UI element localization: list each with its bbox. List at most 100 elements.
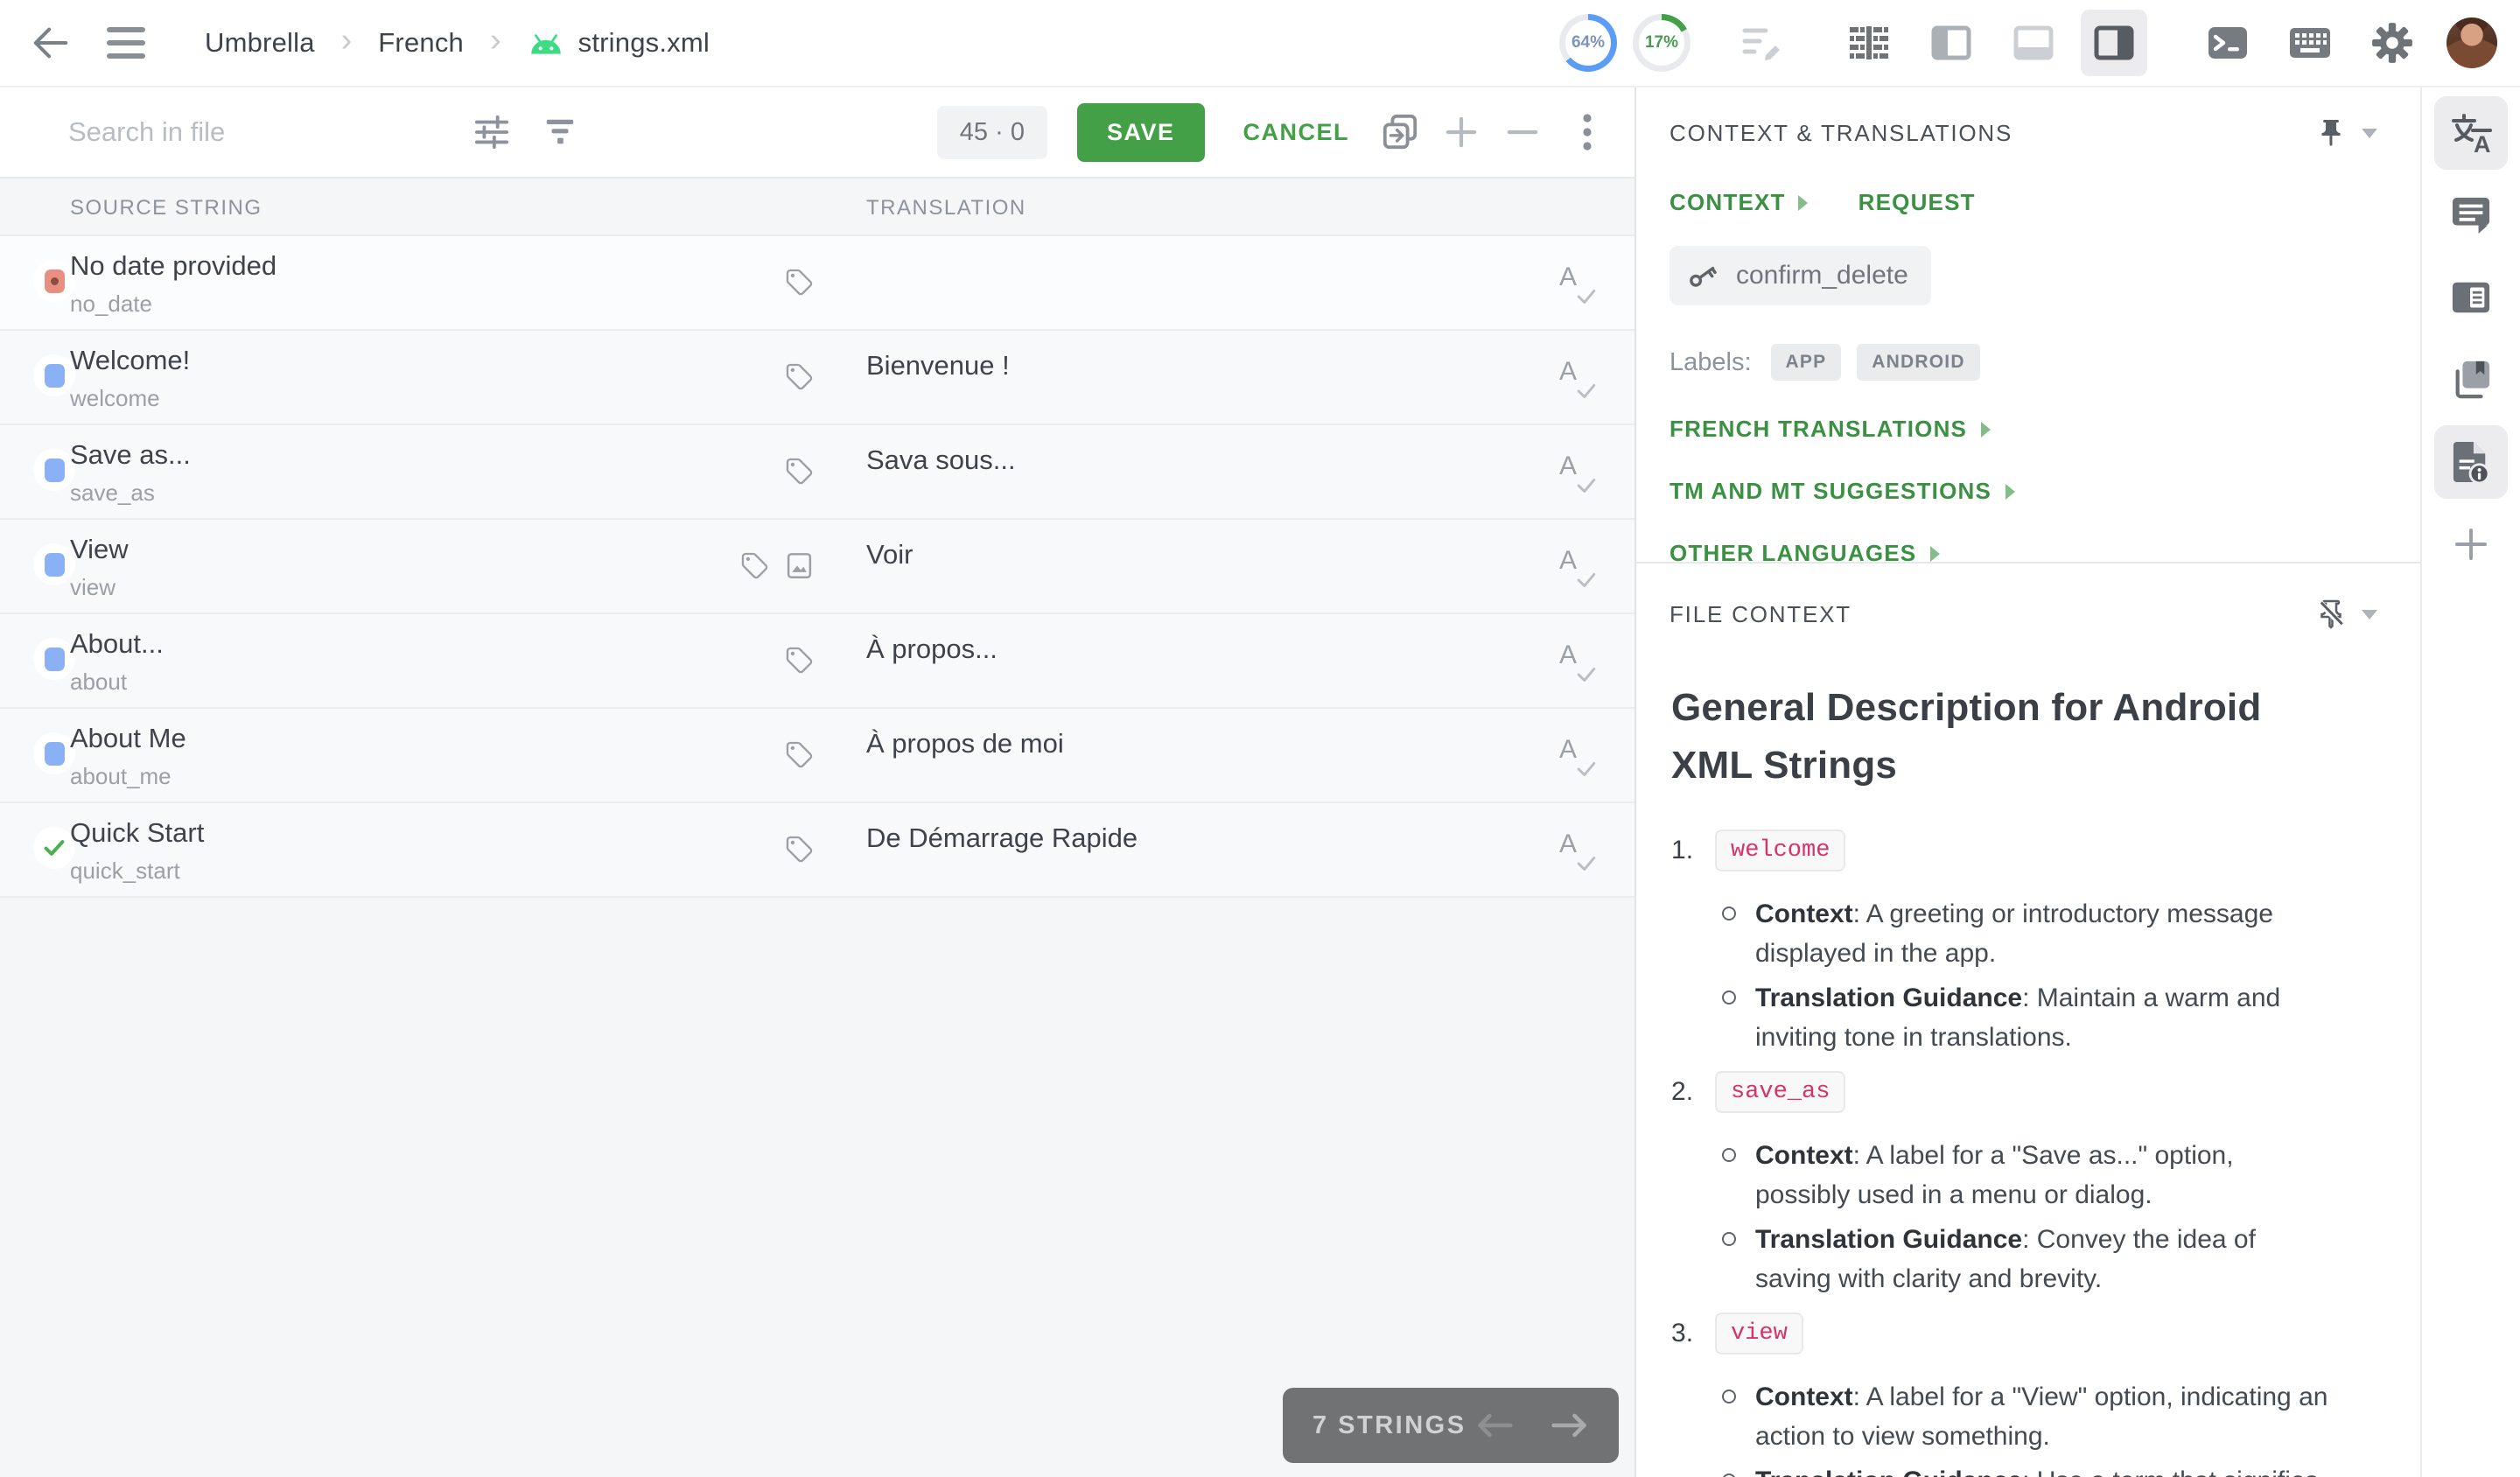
string-key-code-chip: view bbox=[1715, 1312, 1803, 1354]
zoom-in-icon[interactable] bbox=[1437, 108, 1486, 157]
glossary-tool-icon[interactable] bbox=[2434, 343, 2508, 416]
panel-section-link[interactable]: FRENCH TRANSLATIONS bbox=[1670, 416, 2389, 443]
strings-pager-bar: 7 STRINGS bbox=[1283, 1388, 1619, 1463]
translation-text: De Démarrage Rapide bbox=[866, 822, 1138, 854]
string-list-area: SOURCE STRING TRANSLATION No date provid… bbox=[0, 178, 1634, 1477]
string-status-icon bbox=[33, 732, 75, 774]
doc-context-bullet: Context: A label for a "View" option, in… bbox=[1720, 1377, 2333, 1456]
panel-section-link[interactable]: OTHER LANGUAGES bbox=[1670, 540, 2389, 564]
unpin-icon[interactable] bbox=[2312, 595, 2350, 634]
translation-editor: Umbrella › French › strings.xml 64% 17% bbox=[0, 0, 2520, 1477]
approved-check-icon bbox=[41, 835, 67, 861]
source-string-text: No date provided bbox=[70, 250, 276, 282]
pin-icon[interactable] bbox=[2312, 114, 2350, 152]
side-by-side-view-icon[interactable] bbox=[1844, 18, 1894, 67]
string-row[interactable]: Welcome! welcome Bienvenue ! A bbox=[0, 331, 1634, 425]
source-string-text: View bbox=[70, 534, 129, 565]
tag-icon bbox=[785, 740, 814, 769]
save-button[interactable]: SAVE bbox=[1077, 103, 1205, 162]
tag-icon bbox=[785, 835, 814, 864]
breadcrumb-file[interactable]: strings.xml bbox=[578, 27, 710, 59]
tab-request[interactable]: REQUEST bbox=[1858, 189, 1976, 216]
string-row[interactable]: Quick Start quick_start De Démarrage Rap… bbox=[0, 803, 1634, 898]
doc-guidance-bullet: Translation Guidance: Use a term that si… bbox=[1720, 1461, 2333, 1477]
doc-heading: General Description for Android XML Stri… bbox=[1671, 679, 2310, 794]
translation-text: Voir bbox=[866, 539, 913, 570]
string-status-icon bbox=[33, 827, 75, 869]
spellcheck-approve-icon[interactable]: A bbox=[1558, 830, 1596, 873]
spellcheck-approve-icon[interactable]: A bbox=[1558, 452, 1596, 495]
search-input[interactable] bbox=[68, 116, 444, 148]
svg-text:A: A bbox=[2474, 131, 2491, 154]
column-header-translation: TRANSLATION bbox=[866, 196, 1026, 220]
spellcheck-approve-icon[interactable]: A bbox=[1558, 735, 1596, 779]
zoom-out-icon[interactable] bbox=[1498, 108, 1547, 157]
terminal-icon[interactable] bbox=[2203, 18, 2252, 67]
source-string-text: Quick Start bbox=[70, 817, 204, 849]
breadcrumb-language[interactable]: French bbox=[378, 27, 464, 59]
translated-progress-ring[interactable]: 64% bbox=[1559, 14, 1617, 72]
file-context-tool-icon[interactable] bbox=[2434, 425, 2508, 499]
context-translations-title: CONTEXT & TRANSLATIONS bbox=[1670, 120, 2012, 147]
context-expand-icon bbox=[1798, 195, 1808, 211]
string-info-card-icon[interactable] bbox=[2434, 261, 2508, 334]
right-panel-view-icon-active[interactable] bbox=[2081, 10, 2147, 76]
spellcheck-approve-icon[interactable]: A bbox=[1558, 640, 1596, 684]
doc-context-bullet: Context: A greeting or introductory mess… bbox=[1720, 894, 2333, 973]
previous-page-arrow-icon[interactable] bbox=[1475, 1410, 1514, 1440]
bottom-panel-view-icon[interactable] bbox=[2009, 18, 2058, 67]
settings-gear-icon[interactable] bbox=[2368, 18, 2417, 67]
source-string-text: About... bbox=[70, 628, 164, 660]
string-row[interactable]: Save as... save_as Sava sous... A bbox=[0, 425, 1634, 520]
string-row[interactable]: About Me about_me À propos de moi A bbox=[0, 709, 1634, 803]
spellcheck-approve-icon[interactable]: A bbox=[1558, 546, 1596, 590]
source-string-text: Welcome! bbox=[70, 345, 190, 376]
string-status-icon bbox=[33, 543, 75, 585]
tag-icon bbox=[740, 551, 769, 580]
list-header: SOURCE STRING TRANSLATION bbox=[0, 178, 1634, 236]
column-header-source: SOURCE STRING bbox=[70, 196, 262, 220]
string-key-code-chip: save_as bbox=[1715, 1071, 1845, 1113]
keyboard-shortcuts-icon[interactable] bbox=[2286, 18, 2334, 67]
back-button[interactable] bbox=[26, 18, 75, 67]
translations-tool-icon[interactable]: A bbox=[2434, 96, 2508, 170]
translation-text: Bienvenue ! bbox=[866, 350, 1010, 382]
string-row[interactable]: No date provided no_date A bbox=[0, 236, 1634, 331]
tag-icon bbox=[785, 646, 814, 675]
advanced-filter-icon[interactable] bbox=[467, 108, 516, 157]
next-page-arrow-icon[interactable] bbox=[1550, 1410, 1589, 1440]
top-header: Umbrella › French › strings.xml 64% 17% bbox=[0, 0, 2520, 88]
panel-section-link[interactable]: TM AND MT SUGGESTIONS bbox=[1670, 478, 2389, 505]
spellcheck-approve-icon[interactable]: A bbox=[1558, 357, 1596, 401]
more-options-kebab-icon[interactable] bbox=[1563, 108, 1612, 157]
source-string-text: About Me bbox=[70, 723, 186, 754]
comments-tool-icon[interactable] bbox=[2434, 178, 2508, 252]
labels-caption: Labels: bbox=[1670, 348, 1752, 377]
cancel-button[interactable]: CANCEL bbox=[1243, 119, 1350, 146]
string-status-icon bbox=[33, 260, 75, 302]
string-row[interactable]: About... about À propos... A bbox=[0, 614, 1634, 709]
string-key-text: save_as bbox=[70, 480, 155, 507]
string-key-code-chip: welcome bbox=[1715, 830, 1845, 872]
filter-icon[interactable] bbox=[536, 108, 584, 157]
string-key-text: about_me bbox=[70, 763, 172, 790]
approved-progress-ring[interactable]: 17% bbox=[1633, 14, 1690, 72]
editor-toolbar: 45 · 0 SAVE CANCEL bbox=[0, 88, 1634, 178]
label-chip-android: ANDROID bbox=[1857, 344, 1979, 381]
user-avatar[interactable] bbox=[2446, 18, 2497, 68]
string-list: No date provided no_date A Welcome! welc… bbox=[0, 236, 1634, 898]
expand-chevron-icon bbox=[1930, 546, 1940, 562]
string-row[interactable]: View view Voir A bbox=[0, 520, 1634, 614]
breadcrumb-separator: › bbox=[490, 22, 501, 60]
collapse-caret-icon[interactable] bbox=[2350, 114, 2389, 152]
tab-context[interactable]: CONTEXT bbox=[1670, 189, 1808, 216]
collapse-caret-icon[interactable] bbox=[2350, 595, 2389, 634]
left-panel-view-icon[interactable] bbox=[1927, 18, 1976, 67]
spellcheck-approve-icon[interactable]: A bbox=[1558, 262, 1596, 306]
main-menu-button[interactable] bbox=[102, 18, 150, 67]
copy-source-icon[interactable] bbox=[1376, 108, 1424, 157]
add-panel-icon[interactable] bbox=[2434, 508, 2508, 581]
tasks-edit-icon[interactable] bbox=[1738, 18, 1787, 67]
breadcrumb-project[interactable]: Umbrella bbox=[205, 27, 315, 59]
tag-icon bbox=[785, 362, 814, 391]
